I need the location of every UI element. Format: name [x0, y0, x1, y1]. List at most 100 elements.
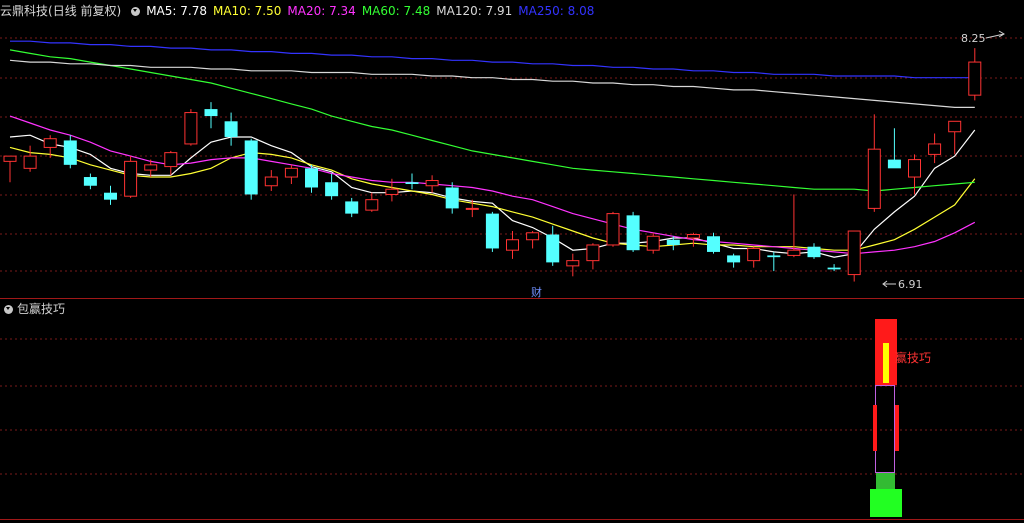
- candle-body-down: [807, 246, 821, 258]
- indicator-bars: 赢技巧: [870, 319, 931, 517]
- chart-canvas[interactable]: 8.25 6.91 财 赢技巧: [0, 0, 1024, 523]
- candle[interactable]: [928, 133, 942, 164]
- candle-body-up: [847, 230, 861, 276]
- candle[interactable]: [23, 145, 37, 172]
- candle[interactable]: [727, 253, 741, 268]
- candle[interactable]: [646, 232, 660, 254]
- candle[interactable]: [405, 173, 419, 190]
- candle[interactable]: [606, 211, 620, 247]
- candle-body-up: [646, 235, 660, 251]
- candle-body-up: [365, 199, 379, 211]
- candle-body-down: [345, 201, 359, 214]
- candle[interactable]: [3, 155, 17, 183]
- candle-body-up: [164, 152, 178, 168]
- candle[interactable]: [586, 243, 600, 270]
- candle[interactable]: [305, 164, 318, 193]
- candle-body-down: [244, 140, 258, 195]
- high-arrow-icon: [985, 30, 1005, 39]
- candle-body-up: [284, 167, 298, 178]
- candle-body-up: [968, 61, 982, 96]
- candle[interactable]: [325, 173, 339, 200]
- signal-label: 赢技巧: [895, 350, 931, 365]
- candle[interactable]: [747, 246, 761, 268]
- signal-red-side-right: [895, 405, 899, 451]
- candle[interactable]: [264, 170, 278, 191]
- candle[interactable]: [184, 109, 198, 146]
- candle[interactable]: [867, 114, 881, 212]
- candle-body-up: [23, 155, 37, 169]
- candle[interactable]: [104, 185, 117, 205]
- candle[interactable]: [887, 128, 901, 169]
- candle-body-up: [526, 232, 540, 241]
- candle[interactable]: [847, 230, 861, 282]
- candle-body-down: [63, 140, 77, 165]
- candle[interactable]: [425, 175, 439, 193]
- candle-body-up: [144, 164, 158, 171]
- candle-body-up: [43, 138, 57, 148]
- ma-line-ma120: [9, 59, 975, 109]
- candle[interactable]: [626, 211, 640, 252]
- candle-body-up: [686, 234, 700, 239]
- candle-body-up: [264, 176, 278, 187]
- candle[interactable]: [506, 231, 519, 259]
- candle[interactable]: [124, 156, 138, 198]
- candle[interactable]: [284, 164, 298, 184]
- candle-body-down: [546, 234, 560, 263]
- candle[interactable]: [807, 243, 821, 259]
- signal-green-small: [876, 473, 895, 489]
- candle-body-up: [928, 143, 942, 155]
- candle-body-down: [405, 182, 419, 184]
- ma-line-ma250: [10, 40, 975, 79]
- candle[interactable]: [948, 120, 962, 155]
- candle[interactable]: [204, 102, 218, 129]
- candle[interactable]: [345, 197, 359, 218]
- candle-body-down: [485, 213, 499, 249]
- candle[interactable]: [968, 48, 982, 101]
- candle-body-down: [827, 267, 841, 270]
- signal-yellow-bar: [883, 343, 889, 383]
- candle-body-up: [465, 207, 479, 210]
- candle-body-down: [224, 121, 238, 137]
- candle-body-down: [305, 168, 318, 188]
- candle[interactable]: [83, 173, 97, 190]
- candle-body-down: [887, 159, 901, 169]
- candle-body-down: [204, 109, 218, 117]
- candle[interactable]: [485, 211, 499, 252]
- candle-body-up: [867, 148, 881, 209]
- candle[interactable]: [224, 112, 238, 146]
- candle-body-down: [83, 177, 97, 186]
- candle-body-down: [666, 239, 680, 245]
- candle-body-down: [707, 236, 720, 252]
- candle-body-up: [948, 120, 962, 133]
- candle-body-up: [566, 260, 580, 267]
- candle[interactable]: [445, 182, 459, 214]
- candle-body-up: [385, 188, 399, 195]
- candle[interactable]: [63, 135, 77, 169]
- candle-body-down: [767, 255, 781, 258]
- candle[interactable]: [546, 225, 560, 266]
- candle-body-down: [727, 255, 741, 263]
- candle-body-up: [747, 247, 761, 262]
- candle-body-down: [445, 187, 459, 209]
- candle[interactable]: [365, 192, 379, 212]
- candle[interactable]: [244, 138, 258, 200]
- candle[interactable]: [767, 251, 781, 272]
- candle[interactable]: [566, 253, 580, 277]
- signal-red-side-left: [873, 405, 877, 451]
- candle[interactable]: [526, 231, 540, 249]
- candle-body-up: [124, 160, 138, 197]
- candle[interactable]: [827, 264, 841, 272]
- candle-body-up: [787, 249, 801, 256]
- candle-body-up: [184, 112, 198, 145]
- candle-body-up: [908, 159, 921, 178]
- low-arrow-icon: [882, 280, 896, 288]
- candle-body-up: [606, 213, 620, 246]
- signal-green-block: [870, 489, 902, 517]
- candle-body-up: [3, 155, 17, 162]
- candle-body-down: [626, 215, 640, 251]
- candle-body-up: [506, 239, 519, 251]
- candle-body-down: [325, 182, 339, 197]
- candle-body-up: [586, 244, 600, 262]
- event-mark[interactable]: 财: [531, 285, 542, 299]
- candle[interactable]: [707, 232, 720, 254]
